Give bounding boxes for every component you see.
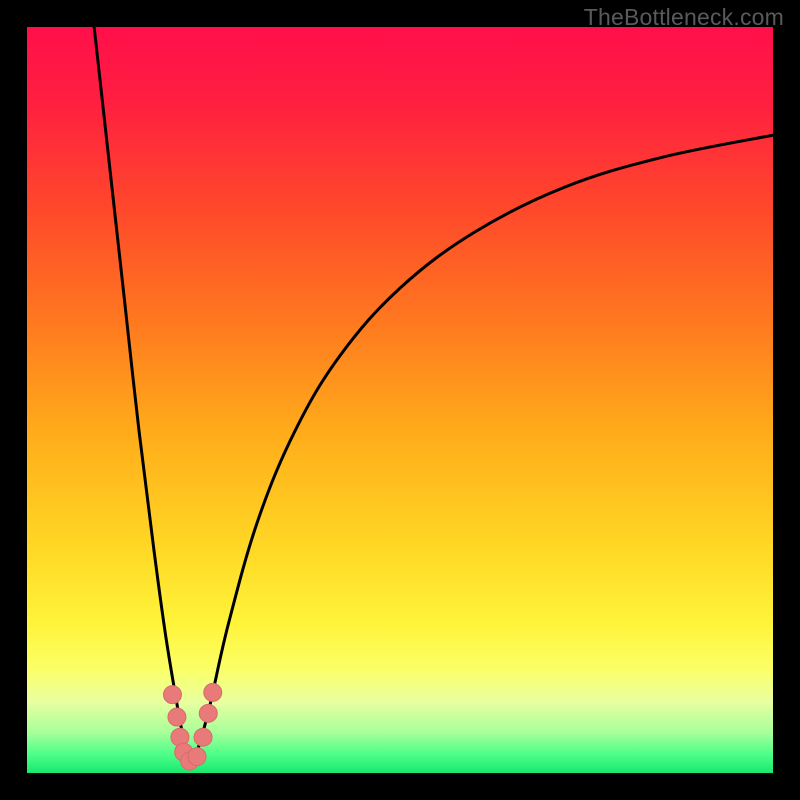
highlight-dot: [199, 704, 217, 722]
outer-frame: TheBottleneck.com: [0, 0, 800, 800]
plot-area: [27, 27, 773, 773]
highlight-dot: [194, 728, 212, 746]
highlight-dot: [163, 686, 181, 704]
highlight-dot: [204, 683, 222, 701]
highlight-dot: [168, 708, 186, 726]
bottleneck-chart: [27, 27, 773, 773]
gradient-background: [27, 27, 773, 773]
highlight-dot: [188, 748, 206, 766]
